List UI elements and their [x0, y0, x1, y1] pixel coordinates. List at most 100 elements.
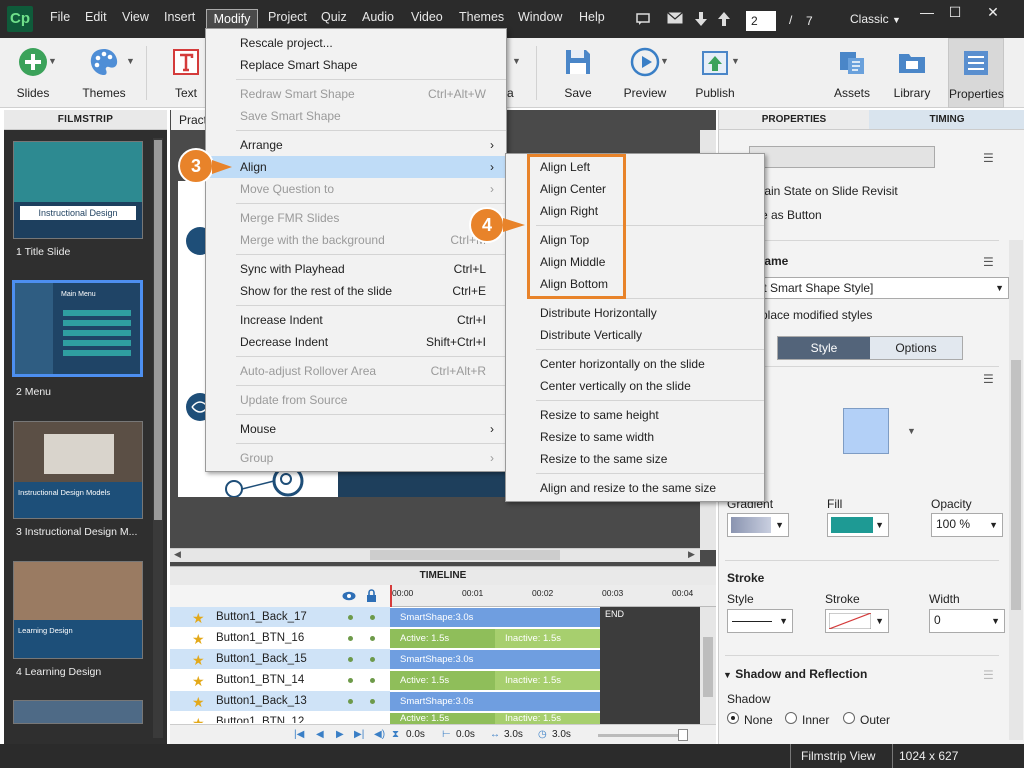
menu-insert[interactable]: Insert — [164, 10, 195, 24]
slides-button[interactable]: Slides — [6, 38, 60, 108]
timeline-layer-row[interactable]: ★ Button1_Back_15 — [170, 649, 390, 670]
arrow-up-icon[interactable] — [718, 12, 730, 29]
close-button[interactable]: ✕ — [978, 4, 1008, 24]
menu-item-center-vertically[interactable]: Center vertically on the slide — [506, 375, 764, 397]
menu-modify[interactable]: Modify — [206, 9, 258, 30]
filmstrip-scroll-thumb[interactable] — [154, 140, 162, 520]
menu-item-distribute-horizontally[interactable]: Distribute Horizontally — [506, 302, 764, 324]
timeline-inactive-bar[interactable]: Inactive: 1.5s — [495, 671, 600, 690]
audio-icon[interactable]: ◀) — [374, 729, 385, 740]
menu-item-rescale-project[interactable]: Rescale project... — [206, 32, 506, 54]
slide-label-2[interactable]: 2 Menu — [16, 386, 51, 398]
chevron-down-icon[interactable]: ▼ — [907, 426, 916, 436]
shadow-none-label[interactable]: None — [744, 713, 773, 727]
workspace-switcher[interactable]: Classic ▼ — [850, 12, 901, 26]
menu-help[interactable]: Help — [579, 10, 605, 24]
timeline-active-bar[interactable]: Active: 1.5s — [390, 713, 495, 724]
menu-item-sync-playhead[interactable]: Sync with Playhead Ctrl+L — [206, 258, 506, 280]
menu-edit[interactable]: Edit — [85, 10, 107, 24]
shadow-heading[interactable]: ▼ Shadow and Reflection — [723, 667, 867, 681]
menu-item-center-horizontally[interactable]: Center horizontally on the slide — [506, 353, 764, 375]
stroke-color-select[interactable]: ▼ — [825, 609, 889, 633]
menu-item-same-height[interactable]: Resize to same height — [506, 404, 764, 426]
timeline-layer-row[interactable]: ★ Button1_BTN_12 — [170, 712, 390, 724]
visibility-dot[interactable] — [348, 699, 353, 704]
retain-state-label[interactable]: tain State on Slide Revisit — [761, 184, 898, 198]
menu-view[interactable]: View — [122, 10, 149, 24]
save-button[interactable]: Save — [552, 38, 604, 108]
stroke-width-input[interactable]: 0 ▼ — [929, 609, 1005, 633]
maximize-button[interactable]: ☐ — [940, 4, 970, 24]
panel-menu-icon[interactable]: ☰ — [983, 372, 994, 386]
chevron-down-icon[interactable]: ▼ — [731, 56, 740, 66]
menu-item-mouse[interactable]: Mouse › — [206, 418, 506, 440]
scroll-right-icon[interactable]: ▶ — [688, 549, 695, 560]
menu-file[interactable]: File — [50, 10, 70, 24]
timeline-smartshape-bar[interactable]: SmartShape:3.0s — [390, 608, 600, 627]
menu-item-show-rest-of-slide[interactable]: Show for the rest of the slide Ctrl+E — [206, 280, 506, 302]
gradient-select[interactable]: ▼ — [727, 513, 789, 537]
menu-item-increase-indent[interactable]: Increase Indent Ctrl+I — [206, 309, 506, 331]
library-button[interactable]: Library — [888, 38, 936, 108]
stroke-style-select[interactable]: ▼ — [727, 609, 793, 633]
menu-item-same-width[interactable]: Resize to same width — [506, 426, 764, 448]
properties-scroll-thumb[interactable] — [1011, 360, 1021, 610]
menu-item-same-size[interactable]: Resize to the same size — [506, 448, 764, 470]
panel-menu-icon[interactable]: ☰ — [983, 668, 994, 682]
properties-scrollbar[interactable] — [1009, 240, 1023, 740]
opacity-input[interactable]: 100 % ▼ — [931, 513, 1003, 537]
chevron-down-icon[interactable]: ▼ — [660, 56, 669, 66]
menu-item-arrange[interactable]: Arrange › — [206, 134, 506, 156]
comment-icon[interactable] — [636, 12, 650, 29]
timeline-active-bar[interactable]: Active: 1.5s — [390, 629, 495, 648]
stage-scroll-thumb[interactable] — [370, 550, 560, 560]
tab-timing[interactable]: TIMING — [869, 110, 1024, 130]
menu-item-align-and-resize[interactable]: Align and resize to the same size — [506, 477, 764, 499]
shadow-outer-label[interactable]: Outer — [860, 713, 890, 727]
menu-item-decrease-indent[interactable]: Decrease Indent Shift+Ctrl+I — [206, 331, 506, 353]
slide-thumb-5[interactable] — [13, 700, 143, 724]
use-as-button-label[interactable]: e as Button — [761, 208, 822, 222]
style-preview-swatch[interactable] — [843, 408, 889, 454]
menu-window[interactable]: Window — [518, 10, 562, 24]
timeline-layer-row[interactable]: ★ Button1_Back_17 — [170, 607, 390, 628]
timeline-smartshape-bar[interactable]: SmartShape:3.0s — [390, 692, 600, 711]
timeline-smartshape-bar[interactable]: SmartShape:3.0s — [390, 650, 600, 669]
properties-button[interactable]: Properties — [948, 38, 1004, 108]
menu-item-distribute-vertically[interactable]: Distribute Vertically — [506, 324, 764, 346]
lock-dot[interactable] — [370, 615, 375, 620]
zoom-slider-handle[interactable] — [678, 729, 688, 741]
mail-icon[interactable] — [667, 12, 683, 27]
assets-button[interactable]: Assets — [828, 38, 876, 108]
scroll-left-icon[interactable]: ◀ — [174, 549, 181, 560]
tab-properties[interactable]: PROPERTIES — [719, 110, 869, 130]
chevron-down-icon[interactable]: ▼ — [126, 56, 135, 66]
timeline-zoom-slider[interactable] — [598, 734, 688, 737]
menu-project[interactable]: Project — [268, 10, 307, 24]
menu-video[interactable]: Video — [411, 10, 443, 24]
step-back-icon[interactable]: ◀ — [316, 729, 324, 740]
forward-icon[interactable]: ▶| — [354, 729, 364, 740]
arrow-down-icon[interactable] — [695, 12, 707, 29]
slide-thumb-2-selected[interactable]: Main Menu — [12, 280, 143, 377]
lock-dot[interactable] — [370, 657, 375, 662]
lock-dot[interactable] — [370, 678, 375, 683]
panel-menu-icon[interactable]: ☰ — [983, 255, 994, 269]
menu-audio[interactable]: Audio — [362, 10, 394, 24]
visibility-dot[interactable] — [348, 657, 353, 662]
preview-button[interactable]: Preview — [618, 38, 672, 108]
visibility-dot[interactable] — [348, 636, 353, 641]
timeline-layer-row[interactable]: ★ Button1_BTN_16 — [170, 628, 390, 649]
lock-dot[interactable] — [370, 699, 375, 704]
lock-dot[interactable] — [370, 636, 375, 641]
timeline-layer-row[interactable]: ★ Button1_BTN_14 — [170, 670, 390, 691]
play-icon[interactable]: ▶ — [336, 729, 344, 740]
timeline-scroll-thumb[interactable] — [703, 637, 713, 697]
shadow-outer-radio[interactable] — [843, 712, 855, 724]
menu-item-align[interactable]: Align › — [206, 156, 506, 178]
slide-thumb-1[interactable]: Instructional Design — [13, 141, 143, 239]
chevron-down-icon[interactable]: ▼ — [512, 56, 521, 66]
slide-label-3[interactable]: 3 Instructional Design M... — [16, 526, 137, 538]
visibility-dot[interactable] — [348, 678, 353, 683]
slide-thumb-3[interactable]: Instructional Design Models — [13, 421, 143, 519]
